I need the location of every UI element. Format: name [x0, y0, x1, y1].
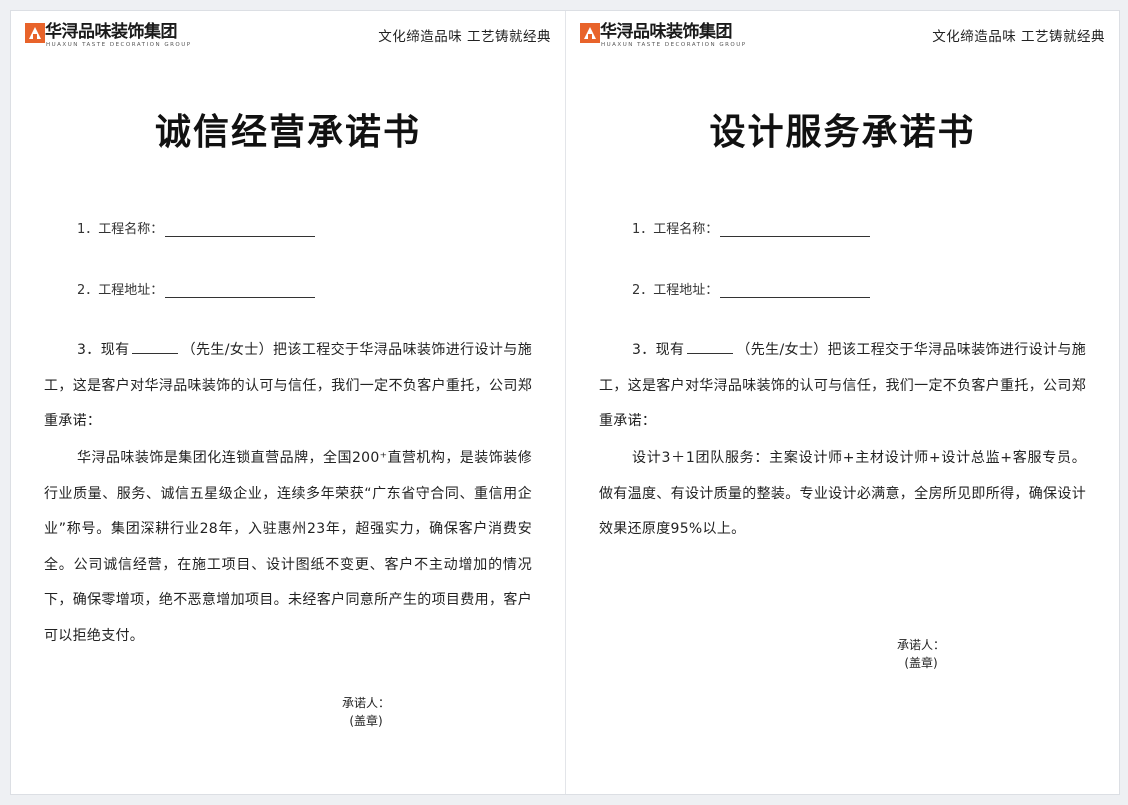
signature-block: 承诺人： (盖章): [311, 694, 421, 730]
logo-subtitle: HUAXUN TASTE DECORATION GROUP: [46, 42, 192, 48]
brand-logo: 华浔品味装饰集团 HUAXUN TASTE DECORATION GROUP: [25, 21, 200, 51]
project-name-blank[interactable]: [720, 221, 871, 237]
page-header: 华浔品味装饰集团 HUAXUN TASTE DECORATION GROUP 文…: [25, 21, 551, 55]
page-header: 华浔品味装饰集团 HUAXUN TASTE DECORATION GROUP 文…: [580, 21, 1105, 55]
page-title: 诚信经营承诺书: [154, 112, 421, 153]
project-name-blank[interactable]: [165, 221, 316, 237]
intro-prefix: 3．现有: [77, 342, 130, 358]
project-name-field[interactable]: 1．工程名称：: [632, 218, 871, 237]
client-name-blank[interactable]: [132, 340, 179, 354]
commitment-body-paragraph: 设计3＋1团队服务：主案设计师+主材设计师+设计总监+客服专员。做有温度、有设计…: [599, 450, 1086, 537]
commitment-body-paragraph: 华浔品味装饰是集团化连锁直营品牌，全国200⁺直营机构，是装饰装修行业质量、服务…: [44, 450, 532, 644]
project-address-blank[interactable]: [165, 282, 316, 298]
intro-prefix: 3．现有: [632, 342, 685, 358]
logo-subtitle: HUAXUN TASTE DECORATION GROUP: [601, 42, 747, 48]
page-design-service-commitment: 华浔品味装饰集团 HUAXUN TASTE DECORATION GROUP 文…: [565, 11, 1119, 794]
page-integrity-commitment: 华浔品味装饰集团 HUAXUN TASTE DECORATION GROUP 文…: [11, 11, 565, 794]
project-address-blank[interactable]: [720, 282, 871, 298]
project-name-label: 1．工程名称：: [77, 222, 164, 237]
page-title: 设计服务承诺书: [709, 112, 976, 153]
project-name-field[interactable]: 1．工程名称：: [77, 218, 316, 237]
logo-text: 华浔品味装饰集团: [600, 22, 733, 42]
document-spread: 华浔品味装饰集团 HUAXUN TASTE DECORATION GROUP 文…: [10, 10, 1120, 795]
commitment-intro-paragraph: 3．现有 （先生/女士）把该工程交于华浔品味装饰进行设计与施工，这是客户对华浔品味…: [44, 333, 532, 440]
project-name-label: 1．工程名称：: [632, 222, 719, 237]
logo-mark-icon: [25, 23, 45, 43]
client-name-blank[interactable]: [687, 340, 734, 354]
project-address-field[interactable]: 2．工程地址：: [632, 279, 871, 298]
seal-label: (盖章): [349, 714, 383, 728]
logo-mark-icon: [580, 23, 600, 43]
logo-text: 华浔品味装饰集团: [45, 22, 178, 42]
promisor-label: 承诺人：: [896, 638, 945, 652]
slogan: 文化缔造品味 工艺铸就经典: [378, 29, 551, 45]
project-address-label: 2．工程地址：: [632, 283, 719, 298]
project-address-label: 2．工程地址：: [77, 283, 164, 298]
project-address-field[interactable]: 2．工程地址：: [77, 279, 316, 298]
slogan: 文化缔造品味 工艺铸就经典: [932, 29, 1105, 45]
commitment-intro-paragraph: 3．现有 （先生/女士）把该工程交于华浔品味装饰进行设计与施工，这是客户对华浔品味…: [599, 333, 1086, 440]
promisor-label: 承诺人：: [341, 696, 390, 710]
seal-label: (盖章): [904, 656, 938, 670]
brand-logo: 华浔品味装饰集团 HUAXUN TASTE DECORATION GROUP: [580, 21, 755, 51]
signature-block: 承诺人： (盖章): [866, 636, 976, 672]
